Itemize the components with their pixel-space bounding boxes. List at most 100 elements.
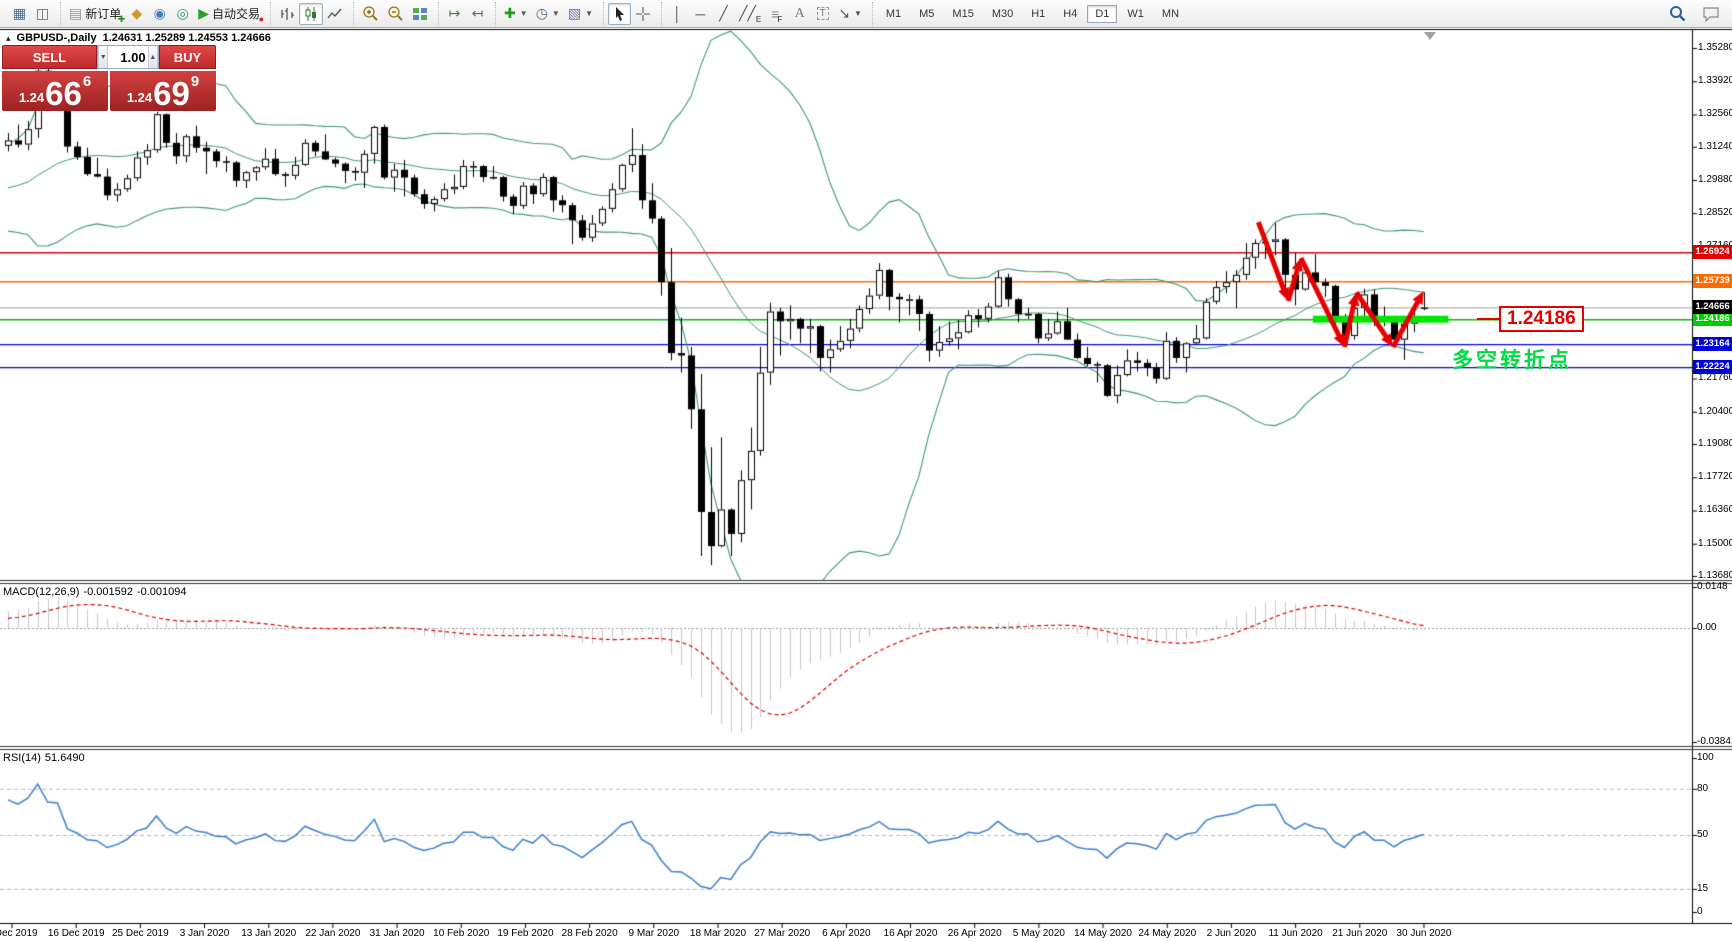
price-axis-tick: 1.33920 [1698,75,1732,87]
timeframe-m30[interactable]: M30 [984,5,1021,23]
periods-button[interactable]: ◷ ▼ [532,3,564,25]
chat-button[interactable] [1698,3,1724,25]
template-icon: ▧ [567,5,582,21]
rsi-indicator-label: RSI(14) 51.6490 [3,752,89,764]
signals-button[interactable]: ◎ [171,3,194,25]
macd-main-value: -0.001592 [83,586,133,598]
volume-input[interactable] [108,46,148,68]
turning-point-label[interactable]: 多空转折点 [1452,344,1572,374]
timeframe-w1[interactable]: W1 [1119,5,1152,23]
timeframe-m5[interactable]: M5 [911,5,942,23]
sell-price-pips: 66 [45,74,82,112]
autotrading-label: 自动交易 [212,7,261,21]
chevron-down-icon: ▼ [551,9,560,18]
chevron-down-icon: ▼ [853,9,862,18]
tile-windows-button[interactable] [408,3,432,25]
horizontal-line-tool[interactable]: ─ [689,3,712,25]
sell-button[interactable]: SELL [2,45,97,69]
symbol-marker-icon: ▴ [6,32,11,43]
bar-chart-button[interactable] [275,3,299,25]
zoom-in-button[interactable] [358,3,383,25]
vertical-line-icon: │ [673,5,682,22]
line-chart-button[interactable] [323,3,347,25]
rsi-name: RSI(14) [3,752,41,764]
symbol-period-label: GBPUSD-,Daily [16,32,97,44]
chevron-down-icon: ▼ [585,9,593,18]
templates-button[interactable]: ▧ ▼ [564,3,597,25]
price-axis-tick: 1.20400 [1698,405,1732,417]
new-order-icon: ▤ ✚ [69,5,126,24]
one-click-top-row: SELL ▼ ▲ BUY [2,45,216,69]
price-axis-tick: 1.13680 [1698,569,1732,581]
timeframe-h4[interactable]: H4 [1055,5,1085,23]
rsi-axis-tick: 100 [1697,752,1714,763]
price-axis-tick: 1.16360 [1698,504,1732,516]
sell-price-display[interactable]: 1.24 66 6 [2,71,108,111]
auto-scroll-button[interactable]: ↦ [443,3,466,25]
buy-price-point: 9 [190,73,200,90]
clock-icon: ◷ [535,5,548,21]
text-tool[interactable]: A [788,3,811,25]
price-line-label[interactable]: 1.22224 [1693,360,1732,375]
price-axis-tick: 1.28520 [1698,207,1732,219]
volume-decrease-button[interactable]: ▼ [98,46,109,68]
indicators-button[interactable]: ✚ ▼ [500,3,532,25]
fibo-f-icon: F [777,14,783,24]
new-chart-button[interactable]: ▦ [8,3,31,25]
profiles-button[interactable]: ◫ [31,3,54,25]
toolbar-group-trade: ▤ ✚ 新订单 ◆ ◉ ◎ ▶ ● 自动交易 [60,1,268,26]
zoom-out-button[interactable] [383,3,408,25]
channel-icon: ╱╱ [739,5,756,21]
rsi-axis-tick: 15 [1697,882,1709,894]
rsi-axis-tick: 50 [1697,829,1709,840]
timeframe-h1[interactable]: H1 [1023,5,1053,23]
horizontal-line-icon: ─ [695,5,706,22]
arrows-tool[interactable]: ↘ ▼ [834,3,866,25]
macd-signal-value: -0.001094 [136,586,187,598]
rsi-value: 51.6490 [44,752,85,764]
chart-shift-button[interactable]: ↤ [466,3,489,25]
buy-button[interactable]: BUY [159,45,216,69]
arrows-icon: ↘ [838,5,850,21]
price-callout-box[interactable]: 1.24186 [1499,306,1584,333]
new-order-button[interactable]: ▤ ✚ 新订单 [65,3,125,25]
timeframe-m15[interactable]: M15 [944,5,981,23]
candlestick-chart-button[interactable] [299,2,324,25]
price-axis-tick: 1.19080 [1698,437,1732,449]
timeframe-mn[interactable]: MN [1154,5,1187,23]
toolbar-group-zoom [353,1,436,26]
cursor-button[interactable] [608,2,631,25]
chevron-down-icon: ▼ [519,9,528,18]
crosshair-icon [636,6,650,21]
chart-header: ▴ GBPUSD-,Daily 1.24631 1.25289 1.24553 … [6,32,271,44]
community-button[interactable]: ◉ [148,3,171,25]
channel-tool[interactable]: ╱╱ E [735,3,765,25]
trendline-tool[interactable]: ╱ [712,3,735,25]
vertical-line-tool[interactable]: │ [666,3,689,25]
macd-axis-tick: -0.038415 [1697,735,1732,747]
timeframe-m1[interactable]: M1 [878,5,909,23]
fibonacci-tool[interactable]: ≡ F [765,3,788,25]
price-line-label[interactable]: 1.25739 [1693,274,1732,289]
date-axis-label: 30 Jun 2020 [1396,928,1452,939]
auto-scroll-icon: ↦ [448,5,461,21]
search-icon [1670,6,1686,22]
text-label-tool[interactable]: T [811,3,834,25]
buy-price-display[interactable]: 1.24 69 9 [110,71,216,111]
volume-increase-button[interactable]: ▲ [147,46,158,68]
signal-icon: ◎ [176,5,189,21]
axis-overlay: 1.35280 1.33920 1.32560 1.31240 1.29880 1.285… [0,0,1732,942]
price-line-label[interactable]: 1.23164 [1693,337,1732,352]
timeframe-d1[interactable]: D1 [1087,4,1118,23]
price-line-label[interactable]: 1.26924 [1693,245,1732,260]
chart-shift-icon: ↤ [471,5,484,21]
indicators-icon: ✚ [504,5,516,21]
macd-indicator-label: MACD(12,26,9) -0.001592 -0.001094 [3,586,191,598]
buy-price-pips: 69 [153,74,190,112]
gold-icon: ◆ [131,5,143,21]
search-button[interactable] [1665,3,1690,25]
crosshair-button[interactable] [631,3,655,25]
autotrading-button[interactable]: ▶ ● 自动交易 [194,3,264,25]
market-watch-button[interactable]: ◆ [125,3,148,25]
profiles-icon: ◫ [35,5,50,21]
